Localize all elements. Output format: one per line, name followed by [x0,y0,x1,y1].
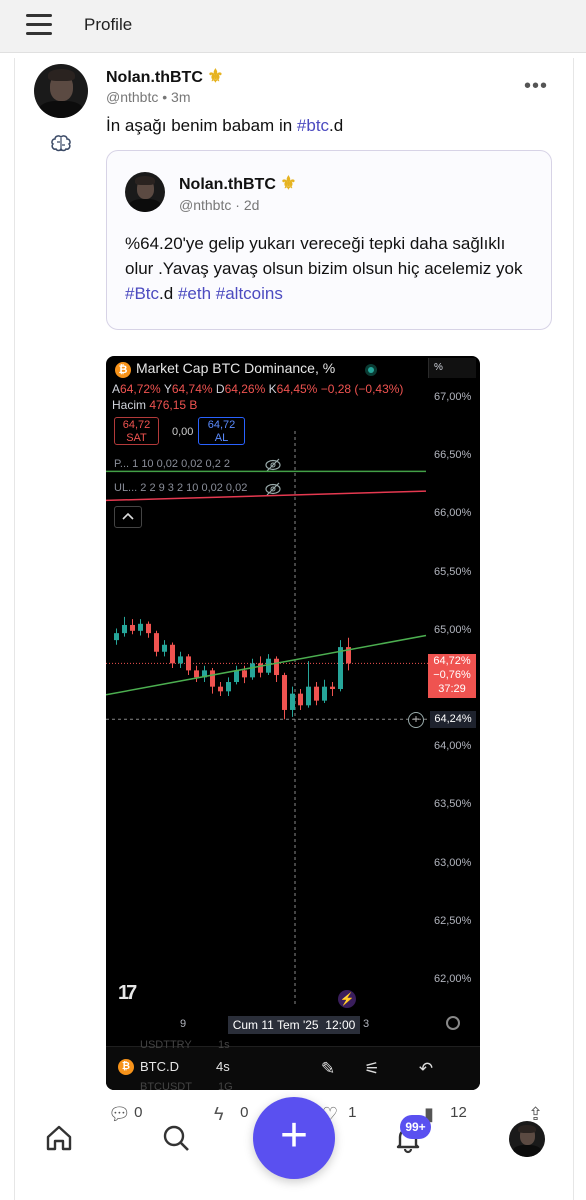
chart-screenshot[interactable]: ₿ Market Cap BTC Dominance, % % A64,72% … [106,356,480,1090]
share-icon: ⇪ [528,1104,544,1125]
candle-body [122,624,127,634]
candle-body [242,670,247,678]
candle-body [226,682,231,692]
author-name[interactable]: Nolan.thBTC ⚜ [106,66,223,87]
add-alert-icon[interactable]: + [408,712,424,728]
post-time: 3m [171,89,191,105]
last-price-tag: 64,72% −0,76% 37:29 [428,654,476,698]
y-tick-label: 66,50% [434,449,472,462]
candle-body [250,663,255,678]
y-tick-label: 64,00% [434,740,472,753]
more-options-icon[interactable]: ••• [524,75,548,98]
candle-body [338,647,343,689]
y-tick-label: 66,00% [434,507,472,520]
hashtag-link[interactable]: #altcoins [216,284,283,303]
share-action[interactable]: ⇪ [528,1104,550,1125]
settings-icon[interactable] [446,1016,460,1030]
fleur-de-lis-icon: ⚜ [207,66,224,86]
candle-body [234,670,239,683]
flash-icon[interactable]: ⚡ [338,990,356,1008]
candle-body [186,656,191,671]
reply-action[interactable]: 💬︎ 0 [108,1104,143,1125]
candle-body [290,693,295,710]
candle-body [218,686,223,692]
author-handle: @nthbtc • 3m [106,89,191,105]
search-icon[interactable] [160,1122,192,1154]
lightning-icon: ϟ [214,1104,224,1125]
pencil-icon[interactable]: ✎ [318,1059,338,1079]
ghost-symbol: USDTTRY [140,1039,192,1051]
boost-action[interactable]: ϟ 0 [214,1104,249,1125]
reply-icon: 💬︎ [108,1104,131,1125]
candle-body [178,656,183,664]
candlestick-plot[interactable] [106,356,428,1006]
y-tick-label: 63,00% [434,856,472,869]
candle-body [274,658,279,676]
candle-body [130,624,135,631]
quote-text: %64.20'ye gelip yukarı vereceği tepki da… [125,234,523,303]
hashtag-link[interactable]: #eth [178,284,211,303]
page-title: Profile [84,15,133,34]
candle-body [306,686,311,706]
candle-body [330,686,335,689]
quoted-post[interactable]: Nolan.thBTC ⚜ @nthbtc · 2d %64.20'ye gel… [106,150,552,330]
hashtag-link[interactable]: #Btc [125,284,159,303]
compose-button[interactable]: + [253,1097,335,1179]
chart-toolbar: USDTTRY 1s ₿ BTC.D 4s ✎ ⚟ ↶ BTCUSDT 1G [106,1039,480,1090]
candle-body [114,633,119,641]
hashtag-link[interactable]: #btc [297,116,329,135]
y-tick-label: 67,00% [434,391,472,403]
candle-body [210,670,215,687]
undo-icon[interactable]: ↶ [416,1059,436,1079]
quote-avatar[interactable] [125,172,165,212]
candle-body [194,670,199,678]
candle-body [162,644,167,652]
sliders-icon[interactable]: ⚟ [362,1059,382,1079]
bitcoin-icon: ₿ [118,1059,134,1075]
candle-body [322,686,327,701]
percent-scale-button[interactable]: % [428,358,476,378]
indicator-line-red [106,490,427,502]
candle-body [282,675,287,710]
interval-label[interactable]: 4s [216,1059,230,1074]
candle-body [146,623,151,634]
y-tick-label: 63,50% [434,798,472,811]
x-tick: 3 [363,1018,370,1030]
ghost-interval: 1G [218,1081,233,1090]
candle-body [138,623,143,631]
quote-handle: @nthbtc · 2d [179,197,260,213]
brain-icon[interactable] [50,133,72,155]
views-action[interactable]: ▮ 12 [424,1104,467,1124]
candle-body [170,644,175,664]
top-bar: Profile [0,0,586,53]
candle-body [258,663,263,673]
crosshair-date-tag: Cum 11 Tem '25 12:00 [228,1016,360,1034]
y-tick-label: 62,50% [434,914,472,927]
tradingview-logo: 17 [118,982,137,1004]
notification-badge: 99+ [400,1115,431,1139]
quote-author-name[interactable]: Nolan.thBTC ⚜ [179,173,296,194]
post-text: İn aşağı benim babam in #btc.d [106,116,344,135]
ghost-interval: 1s [218,1039,230,1051]
menu-icon[interactable] [26,14,52,36]
candle-body [154,633,159,652]
ghost-symbol: BTCUSDT [140,1081,192,1090]
x-tick: 9 [180,1018,187,1030]
author-avatar[interactable] [34,64,88,118]
y-tick-label: 65,50% [434,565,472,578]
y-tick-label: 62,00% [434,973,472,985]
candle-body [314,686,319,701]
symbol-label[interactable]: BTC.D [140,1059,179,1074]
profile-avatar[interactable] [509,1121,545,1157]
home-icon[interactable] [43,1122,75,1154]
crosshair-price-tag: 64,24% [430,711,476,728]
y-tick-label: 65,00% [434,623,472,636]
candle-body [298,693,303,706]
fleur-de-lis-icon: ⚜ [280,173,297,193]
